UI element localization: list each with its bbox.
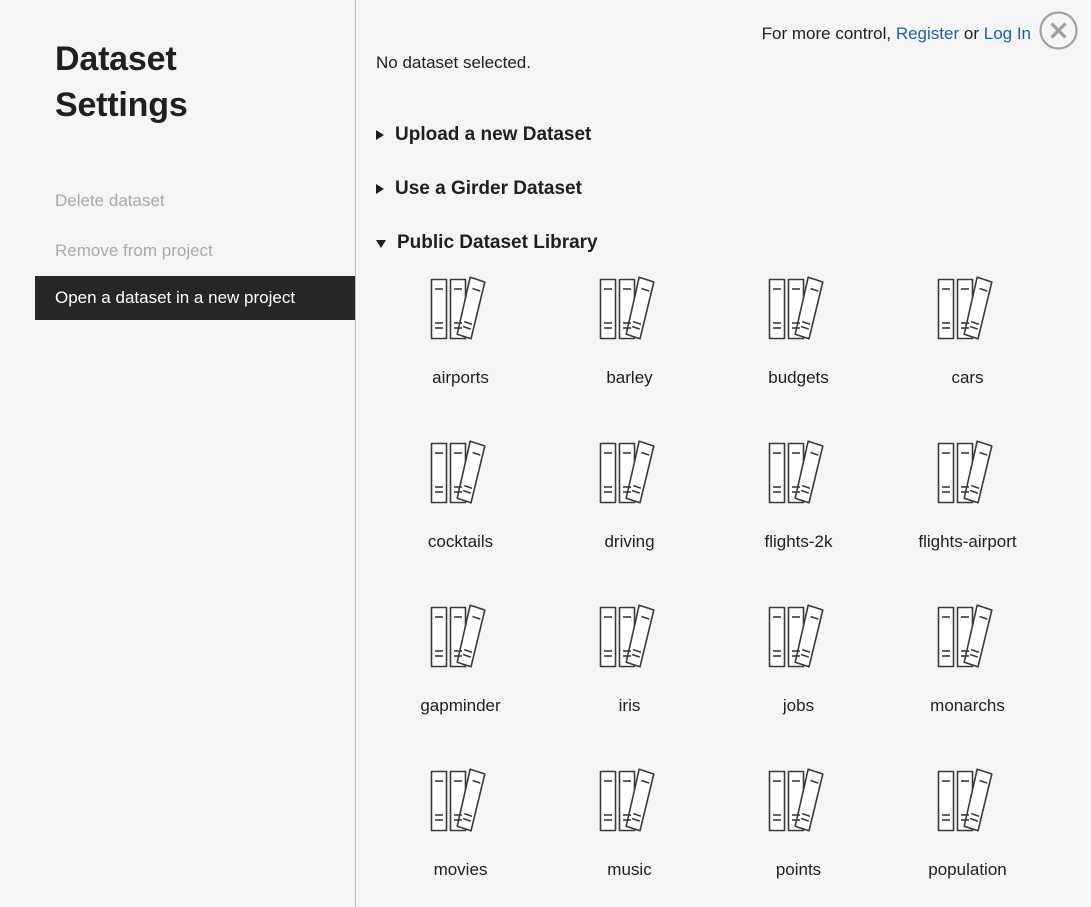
section-use-girder-dataset[interactable]: Use a Girder Dataset <box>376 172 1091 206</box>
books-stack-icon <box>935 765 1001 837</box>
dataset-label: driving <box>604 532 655 551</box>
dataset-item-population[interactable]: population <box>883 757 1052 907</box>
sidebar: Dataset Settings Delete dataset Remove f… <box>0 0 356 907</box>
dataset-label: flights-airport <box>918 532 1017 551</box>
books-stack-icon <box>597 765 663 837</box>
page-title: Dataset Settings <box>55 40 188 124</box>
dataset-label: gapminder <box>420 696 501 715</box>
register-link[interactable]: Register <box>896 24 959 43</box>
books-stack-icon <box>428 273 494 345</box>
section-public-dataset-library[interactable]: Public Dataset Library <box>376 226 1091 260</box>
section-upload-new-dataset[interactable]: Upload a new Dataset <box>376 118 1091 152</box>
main-content: For more control, Register or Log In No … <box>356 0 1091 907</box>
books-stack-icon <box>935 273 1001 345</box>
sidebar-menu: Delete dataset Remove from project Open … <box>0 176 355 320</box>
dataset-sections: Upload a new Dataset Use a Girder Datase… <box>376 118 1091 280</box>
account-prompt: For more control, Register or Log In <box>762 24 1031 44</box>
dataset-item-driving[interactable]: driving <box>545 429 714 593</box>
dataset-label: cocktails <box>427 532 494 551</box>
dataset-item-airports[interactable]: airports <box>376 265 545 429</box>
dataset-label: barley <box>606 368 653 387</box>
dataset-item-gapminder[interactable]: gapminder <box>376 593 545 757</box>
dataset-item-music[interactable]: music <box>545 757 714 907</box>
dataset-label: movies <box>433 860 488 879</box>
dataset-item-cars[interactable]: cars <box>883 265 1052 429</box>
dataset-label: jobs <box>782 696 815 715</box>
books-stack-icon <box>766 601 832 673</box>
dataset-item-monarchs[interactable]: monarchs <box>883 593 1052 757</box>
section-label: Use a Girder Dataset <box>395 178 582 199</box>
books-stack-icon <box>597 601 663 673</box>
sidebar-item-open-dataset-new-project[interactable]: Open a dataset in a new project <box>35 276 355 320</box>
dataset-label: budgets <box>768 368 829 387</box>
dataset-item-flights-2k[interactable]: flights-2k <box>714 429 883 593</box>
dataset-item-movies[interactable]: movies <box>376 757 545 907</box>
dataset-label: music <box>607 860 652 879</box>
close-icon[interactable] <box>1038 10 1079 51</box>
triangle-down-icon <box>376 240 386 248</box>
books-stack-icon <box>766 437 832 509</box>
books-stack-icon <box>428 437 494 509</box>
sidebar-item-remove-from-project[interactable]: Remove from project <box>0 226 355 276</box>
dataset-item-iris[interactable]: iris <box>545 593 714 757</box>
books-stack-icon <box>428 601 494 673</box>
dataset-label: cars <box>951 368 984 387</box>
books-stack-icon <box>597 437 663 509</box>
dataset-item-cocktails[interactable]: cocktails <box>376 429 545 593</box>
section-label: Public Dataset Library <box>397 232 598 253</box>
books-stack-icon <box>935 601 1001 673</box>
dataset-label: population <box>928 860 1007 879</box>
login-link[interactable]: Log In <box>984 24 1031 43</box>
books-stack-icon <box>766 273 832 345</box>
dataset-settings-dialog: Dataset Settings Delete dataset Remove f… <box>0 0 1091 907</box>
sidebar-item-delete-dataset[interactable]: Delete dataset <box>0 176 355 226</box>
public-dataset-library-grid: airports barley budgets cars cocktails d… <box>376 265 1067 907</box>
account-prompt-text: For more control, <box>761 24 892 43</box>
dataset-label: monarchs <box>930 696 1005 715</box>
dataset-item-budgets[interactable]: budgets <box>714 265 883 429</box>
triangle-right-icon <box>376 184 384 194</box>
section-label: Upload a new Dataset <box>395 124 592 145</box>
dataset-item-points[interactable]: points <box>714 757 883 907</box>
dataset-label: points <box>775 860 822 879</box>
or-label: or <box>963 24 979 43</box>
dataset-item-jobs[interactable]: jobs <box>714 593 883 757</box>
dataset-label: airports <box>432 368 489 387</box>
dataset-item-barley[interactable]: barley <box>545 265 714 429</box>
books-stack-icon <box>766 765 832 837</box>
books-stack-icon <box>935 437 1001 509</box>
dataset-item-flights-airport[interactable]: flights-airport <box>883 429 1052 593</box>
status-text: No dataset selected. <box>376 53 531 72</box>
dataset-label: iris <box>618 696 641 715</box>
triangle-right-icon <box>376 130 384 140</box>
books-stack-icon <box>597 273 663 345</box>
dataset-label: flights-2k <box>764 532 833 551</box>
books-stack-icon <box>428 765 494 837</box>
